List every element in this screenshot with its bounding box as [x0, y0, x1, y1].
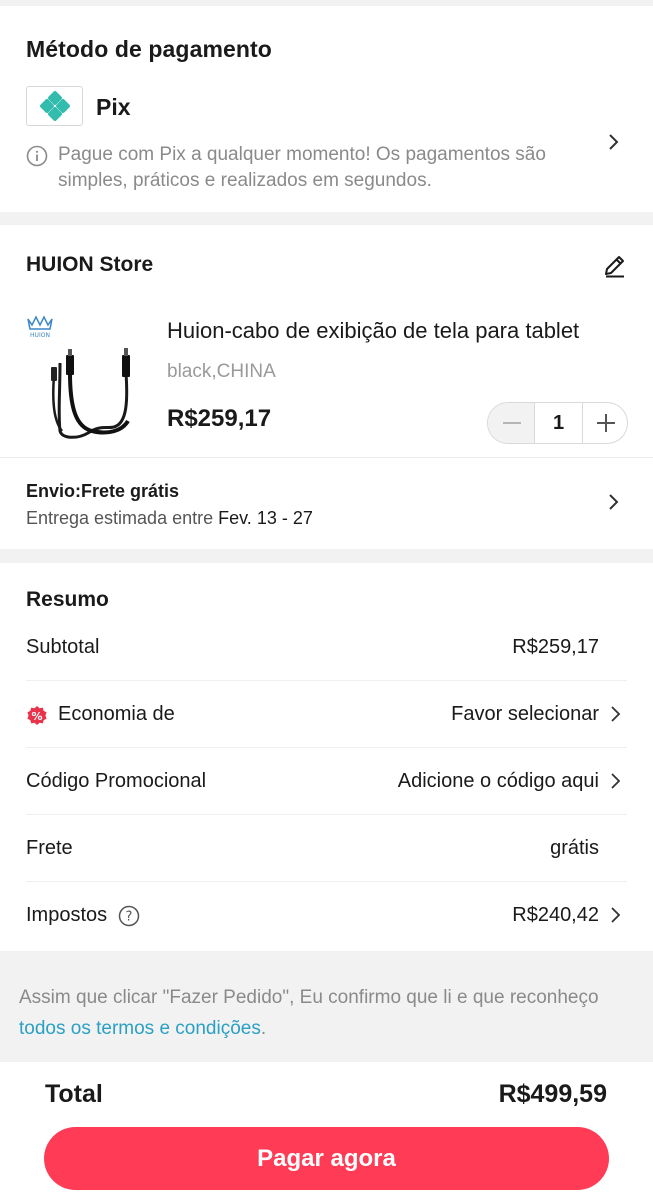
summary-row-shipping: Frete grátis: [26, 815, 627, 882]
svg-text:?: ?: [126, 910, 133, 925]
payment-method-name[interactable]: Pix: [96, 94, 131, 121]
chevron-right-icon[interactable]: [609, 906, 623, 929]
pix-logo-icon: [26, 86, 83, 126]
chevron-right-icon[interactable]: [606, 492, 622, 517]
divider: [0, 457, 653, 458]
discount-badge-icon: %: [26, 705, 48, 727]
quantity-value[interactable]: 1: [535, 403, 582, 443]
pay-now-button[interactable]: Pagar agora: [44, 1127, 609, 1190]
shipping-cost-value: grátis: [550, 837, 599, 859]
product-title[interactable]: Huion-cabo de exibição de tela para tabl…: [167, 318, 622, 344]
chevron-right-icon[interactable]: [609, 772, 623, 795]
payment-method-title: Método de pagamento: [26, 36, 272, 62]
chevron-right-icon[interactable]: [606, 132, 622, 157]
shipping-cost-label: Frete: [26, 837, 73, 859]
svg-text:HUION: HUION: [30, 332, 50, 339]
promo-code-value[interactable]: Adicione o código aqui: [398, 770, 599, 793]
shipping-estimate: Entrega estimada entre Fev. 13 - 27: [26, 508, 313, 529]
quantity-stepper: 1: [487, 402, 628, 444]
subtotal-label: Subtotal: [26, 636, 100, 658]
decrease-quantity-button[interactable]: [488, 403, 535, 443]
shipping-title[interactable]: Envio:Frete grátis: [26, 481, 179, 502]
summary-row-savings[interactable]: % Economia de Favor selecionar: [26, 681, 627, 748]
terms-text: Assim que clicar "Fazer Pedido", Eu conf…: [19, 987, 599, 1008]
promo-code-label: Código Promocional: [26, 770, 207, 792]
subtotal-value: R$259,17: [512, 636, 599, 658]
total-label: Total: [45, 1080, 103, 1108]
product-price: R$259,17: [167, 405, 272, 432]
store-card: HUION Store HUION Huion-cabo de exibição…: [0, 225, 653, 549]
summary-title: Resumo: [26, 588, 109, 611]
info-icon: [26, 145, 48, 172]
payment-method-card: Método de pagamento Pix Pague com Pix a …: [0, 6, 653, 212]
edit-pencil-icon[interactable]: [602, 253, 628, 284]
store-name[interactable]: HUION Store: [26, 253, 153, 277]
taxes-value: R$240,42: [512, 904, 599, 926]
svg-text:%: %: [31, 710, 42, 723]
summary-row-taxes[interactable]: Impostos ? R$240,42: [26, 882, 627, 949]
shipping-estimate-label: Entrega estimada entre: [26, 508, 214, 528]
terms-notice: Assim que clicar "Fazer Pedido", Eu conf…: [19, 982, 639, 1044]
product-variant: black,CHINA: [167, 361, 276, 382]
increase-quantity-button[interactable]: [582, 403, 628, 443]
help-icon[interactable]: ?: [118, 905, 140, 932]
taxes-label: Impostos: [26, 904, 108, 926]
terms-link[interactable]: todos os termos e condições: [19, 1018, 261, 1039]
minus-icon: [503, 422, 521, 424]
total-value: R$499,59: [498, 1080, 607, 1108]
pix-info-text: Pague com Pix a qualquer momento! Os pag…: [58, 144, 546, 191]
checkout-footer: Total R$499,59 Pagar agora: [0, 1062, 653, 1200]
terms-suffix: .: [260, 1018, 267, 1039]
summary-row-promo-code[interactable]: Código Promocional Adicione o código aqu…: [26, 748, 627, 815]
huion-logo-icon: HUION: [27, 315, 53, 339]
shipping-estimate-dates: Fev. 13 - 27: [218, 508, 313, 528]
chevron-right-icon[interactable]: [609, 705, 623, 728]
order-summary-card: Resumo Subtotal R$259,17 % Economia de F…: [0, 563, 653, 951]
plus-icon: [597, 414, 615, 432]
savings-label: Economia de: [58, 703, 175, 725]
product-thumbnail[interactable]: HUION: [18, 313, 152, 447]
summary-row-subtotal: Subtotal R$259,17: [26, 614, 627, 681]
savings-value[interactable]: Favor selecionar: [451, 703, 599, 726]
